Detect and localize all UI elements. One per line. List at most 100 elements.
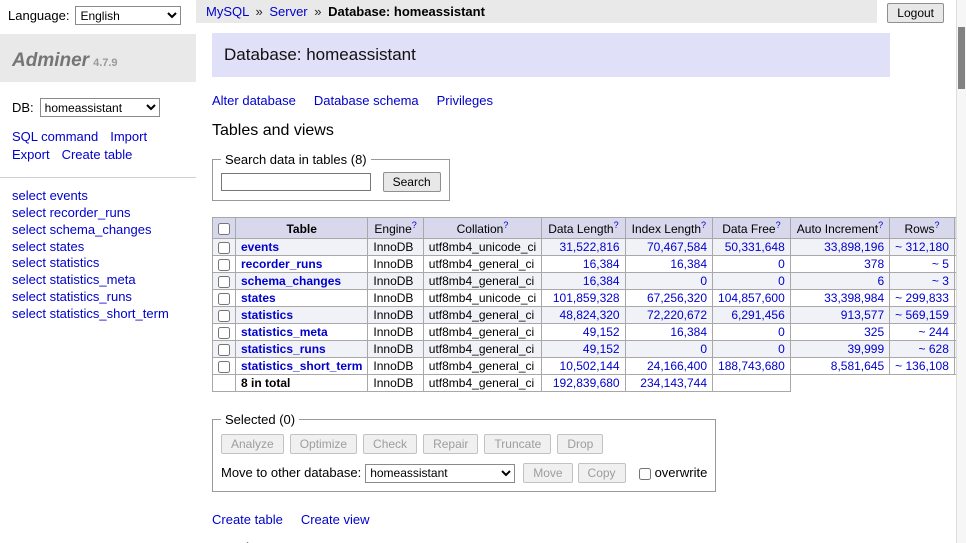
data-length-cell[interactable]: 49,152 [542, 341, 625, 358]
sidebar-table-link[interactable]: select states [12, 239, 184, 255]
index-length-cell[interactable]: 16,384 [625, 324, 712, 341]
column-help-link[interactable]: ? [776, 220, 781, 230]
auto-increment-cell[interactable]: 8,581,645 [790, 358, 889, 375]
data-length-cell[interactable]: 49,152 [542, 324, 625, 341]
row-checkbox[interactable] [218, 344, 230, 356]
breadcrumb-link-mysql[interactable]: MySQL [206, 4, 249, 19]
data-free-cell[interactable]: 50,331,648 [713, 239, 791, 256]
data-free-cell[interactable]: 188,743,680 [713, 358, 791, 375]
export-link[interactable]: Export [12, 147, 50, 162]
create-link[interactable]: Create table [212, 512, 283, 527]
column-help-link[interactable]: ? [701, 220, 706, 230]
table-name-link[interactable]: statistics_meta [241, 325, 328, 339]
index-length-cell[interactable]: 70,467,584 [625, 239, 712, 256]
rows-count-cell[interactable]: ~ 569,159 [890, 307, 955, 324]
rows-count-cell[interactable]: ~ 3 [890, 273, 955, 290]
data-free-cell[interactable]: 6,291,456 [713, 307, 791, 324]
auto-increment-cell[interactable]: 325 [790, 324, 889, 341]
row-checkbox[interactable] [218, 310, 230, 322]
table-name-link[interactable]: schema_changes [241, 274, 341, 288]
bulk-action-button[interactable]: Analyze [221, 434, 284, 454]
sidebar-table-link[interactable]: select statistics [12, 255, 184, 271]
data-length-cell[interactable]: 10,502,144 [542, 358, 625, 375]
auto-increment-cell[interactable]: 913,577 [790, 307, 889, 324]
bulk-action-button[interactable]: Repair [423, 434, 478, 454]
db-select[interactable]: homeassistant [40, 98, 160, 117]
sql-command-link[interactable]: SQL command [12, 129, 98, 144]
select-all-checkbox[interactable] [218, 223, 230, 235]
rows-count-cell[interactable]: ~ 299,833 [890, 290, 955, 307]
row-checkbox[interactable] [218, 327, 230, 339]
column-help-link[interactable]: ? [503, 220, 508, 230]
bulk-action-button[interactable]: Optimize [290, 434, 357, 454]
copy-button[interactable]: Copy [578, 463, 626, 483]
column-help-link[interactable]: ? [614, 220, 619, 230]
index-length-cell[interactable]: 16,384 [625, 256, 712, 273]
sidebar-table-link[interactable]: select events [12, 188, 184, 204]
index-length-cell[interactable]: 24,166,400 [625, 358, 712, 375]
search-input[interactable] [221, 173, 371, 191]
data-length-cell[interactable]: 101,859,328 [542, 290, 625, 307]
sidebar-table-link[interactable]: select schema_changes [12, 222, 184, 238]
scrollbar-thumb[interactable] [958, 27, 965, 89]
auto-increment-cell[interactable]: 33,398,984 [790, 290, 889, 307]
sidebar-table-link[interactable]: select statistics_runs [12, 289, 184, 305]
row-checkbox[interactable] [218, 276, 230, 288]
table-name-link[interactable]: statistics [241, 308, 293, 322]
column-help-link[interactable]: ? [935, 220, 940, 230]
create-table-sidebar-link[interactable]: Create table [62, 147, 133, 162]
rows-count-cell[interactable]: ~ 312,180 [890, 239, 955, 256]
move-db-select[interactable]: homeassistant [365, 464, 515, 483]
auto-increment-cell[interactable]: 378 [790, 256, 889, 273]
rows-count-cell[interactable]: ~ 136,108 [890, 358, 955, 375]
auto-increment-cell[interactable]: 33,898,196 [790, 239, 889, 256]
sidebar-table-link[interactable]: select statistics_meta [12, 272, 184, 288]
import-link[interactable]: Import [110, 129, 147, 144]
table-name-link[interactable]: states [241, 291, 276, 305]
table-name-link[interactable]: recorder_runs [241, 257, 322, 271]
table-name-link[interactable]: statistics_runs [241, 342, 326, 356]
row-checkbox[interactable] [218, 259, 230, 271]
data-free-cell[interactable]: 104,857,600 [713, 290, 791, 307]
rows-count-cell[interactable]: ~ 5 [890, 256, 955, 273]
language-select[interactable]: English [75, 6, 181, 25]
db-action-link[interactable]: Privileges [437, 93, 493, 108]
data-free-cell[interactable]: 0 [713, 273, 791, 290]
bulk-action-button[interactable]: Check [363, 434, 417, 454]
data-length-cell[interactable]: 48,824,320 [542, 307, 625, 324]
data-length-cell[interactable]: 16,384 [542, 273, 625, 290]
index-length-cell[interactable]: 0 [625, 341, 712, 358]
rows-count-cell[interactable]: ~ 244 [890, 324, 955, 341]
auto-increment-cell[interactable]: 39,999 [790, 341, 889, 358]
sidebar-table-link[interactable]: select recorder_runs [12, 205, 184, 221]
search-button[interactable]: Search [383, 172, 441, 192]
data-length-cell[interactable]: 31,522,816 [542, 239, 625, 256]
rows-count-cell[interactable]: ~ 628 [890, 341, 955, 358]
index-length-cell[interactable]: 67,256,320 [625, 290, 712, 307]
bulk-action-button[interactable]: Drop [557, 434, 603, 454]
row-checkbox[interactable] [218, 293, 230, 305]
overwrite-checkbox[interactable] [639, 468, 651, 480]
data-length-cell[interactable]: 16,384 [542, 256, 625, 273]
table-name-link[interactable]: statistics_short_term [241, 359, 362, 373]
data-free-cell[interactable]: 0 [713, 341, 791, 358]
auto-increment-cell[interactable]: 6 [790, 273, 889, 290]
index-length-cell[interactable]: 72,220,672 [625, 307, 712, 324]
row-checkbox[interactable] [218, 242, 230, 254]
sidebar-table-link[interactable]: select statistics_short_term [12, 306, 184, 322]
logout-button[interactable]: Logout [887, 3, 944, 23]
create-link[interactable]: Create view [301, 512, 370, 527]
vertical-scrollbar[interactable] [956, 0, 966, 543]
data-free-cell[interactable]: 0 [713, 324, 791, 341]
index-length-cell[interactable]: 0 [625, 273, 712, 290]
move-button[interactable]: Move [523, 463, 572, 483]
db-action-link[interactable]: Database schema [314, 93, 419, 108]
row-checkbox[interactable] [218, 361, 230, 373]
db-action-link[interactable]: Alter database [212, 93, 296, 108]
bulk-action-button[interactable]: Truncate [484, 434, 551, 454]
breadcrumb-link-server[interactable]: Server [269, 4, 307, 19]
table-name-link[interactable]: events [241, 240, 279, 254]
data-free-cell[interactable]: 0 [713, 256, 791, 273]
column-help-link[interactable]: ? [412, 220, 417, 230]
column-help-link[interactable]: ? [878, 220, 883, 230]
